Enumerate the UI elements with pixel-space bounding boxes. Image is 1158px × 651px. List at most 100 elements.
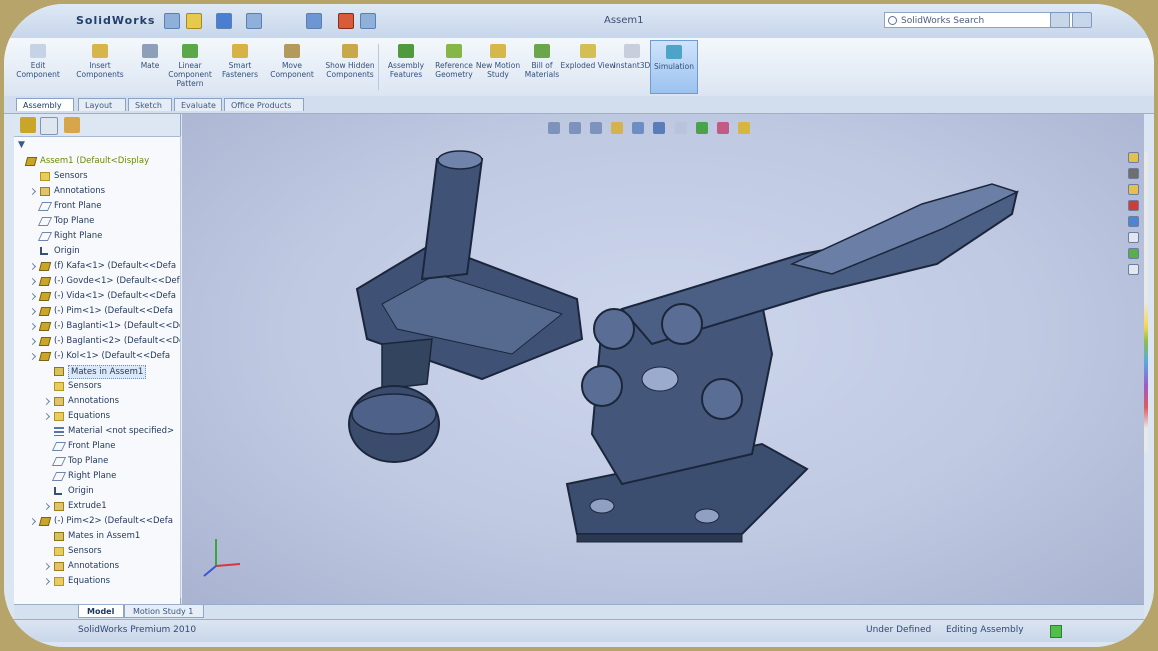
move-component-icon	[284, 44, 300, 58]
spindle-top	[437, 150, 483, 170]
resources-icon[interactable]	[1128, 152, 1139, 163]
tree-item[interactable]: (-) Baglanti<2> (Default<<Defa	[14, 334, 180, 349]
tab-office-products[interactable]: Office Products	[224, 98, 304, 111]
search-input[interactable]: SolidWorks Search	[884, 12, 1074, 28]
tree-item-label: Annotations	[54, 186, 106, 196]
tree-item[interactable]: Sensors	[14, 379, 180, 394]
view-palette-icon[interactable]	[1128, 216, 1139, 227]
expand-arrow-icon[interactable]	[42, 412, 51, 421]
expand-arrow-icon[interactable]	[28, 307, 37, 316]
forum-icon[interactable]	[1128, 264, 1139, 275]
expand-arrow-icon[interactable]	[28, 262, 37, 271]
options-icon[interactable]	[360, 13, 376, 29]
appearances-icon[interactable]	[1128, 232, 1139, 243]
expand-arrow-icon[interactable]	[28, 352, 37, 361]
print-icon[interactable]	[246, 13, 262, 29]
tab-assembly[interactable]: Assembly	[16, 98, 74, 111]
design-library-icon[interactable]	[1128, 168, 1139, 179]
mate-icon	[142, 44, 158, 58]
tree-item[interactable]: Material <not specified>	[14, 424, 180, 439]
tree-item[interactable]: Annotations	[14, 559, 180, 574]
tree-item[interactable]: Equations	[14, 574, 180, 589]
graphics-viewport[interactable]	[182, 114, 1144, 604]
tree-item[interactable]: Mates in Assem1	[14, 529, 180, 544]
tree-item[interactable]: (-) Baglanti<1> (Default<<Defa	[14, 319, 180, 334]
tree-item[interactable]: Sensors	[14, 544, 180, 559]
maximize-icon[interactable]	[1072, 12, 1092, 28]
pivot-pin	[581, 365, 623, 407]
tree-item-label: Equations	[68, 576, 111, 586]
expand-arrow-icon[interactable]	[28, 277, 37, 286]
tree-item[interactable]: Front Plane	[14, 439, 180, 454]
expand-arrow-icon[interactable]	[42, 562, 51, 571]
tree-item-label: (-) Govde<1> (Default<<Defa	[54, 276, 180, 286]
ribbon-button-edit-component[interactable]: Edit Component	[10, 40, 66, 94]
new-file-icon[interactable]	[164, 13, 180, 29]
ribbon-button-simulation[interactable]: Simulation	[650, 40, 698, 94]
tab-model[interactable]: Model	[78, 605, 124, 618]
ribbon-button-insert-components[interactable]: Insert Components	[72, 40, 128, 94]
select-icon[interactable]	[306, 13, 322, 29]
tree-item[interactable]: Front Plane	[14, 199, 180, 214]
tree-item[interactable]: (-) Kol<1> (Default<<Defa	[14, 349, 180, 364]
filter-icon[interactable]: ▼	[18, 140, 25, 150]
tree-item[interactable]: (-) Pim<2> (Default<<Defa	[14, 514, 180, 529]
tree-item[interactable]: Origin	[14, 244, 180, 259]
tree-item-label: (-) Kol<1> (Default<<Defa	[54, 351, 171, 361]
tree-item-label: Front Plane	[54, 201, 102, 211]
tab-layout[interactable]: Layout	[78, 98, 126, 111]
expand-arrow-icon[interactable]	[28, 292, 37, 301]
tree-item[interactable]: Equations	[14, 409, 180, 424]
tree-item[interactable]: Mates in Assem1	[14, 364, 180, 379]
toggle-clamp-model[interactable]	[182, 114, 1144, 604]
application-window: SolidWorks Assem1 SolidWorks Search Edit…	[4, 4, 1154, 647]
tree-item[interactable]: Right Plane	[14, 469, 180, 484]
annot-icon	[54, 397, 64, 406]
ribbon-button-linear-pattern[interactable]: Linear Component Pattern	[162, 40, 218, 94]
ribbon-button-move-component[interactable]: Move Component	[264, 40, 320, 94]
open-file-icon[interactable]	[186, 13, 202, 29]
tree-item[interactable]: Annotations	[14, 184, 180, 199]
asm-icon	[38, 337, 52, 346]
annot-icon	[54, 562, 64, 571]
expand-arrow-icon[interactable]	[42, 397, 51, 406]
base-plate-edge	[576, 533, 743, 543]
expand-arrow-icon[interactable]	[28, 337, 37, 346]
tree-item[interactable]: (-) Vida<1> (Default<<Defa	[14, 289, 180, 304]
search-results-icon[interactable]	[1128, 200, 1139, 211]
tree-item[interactable]: Assem1 (Default<Display	[14, 154, 180, 169]
tree-item[interactable]: (-) Pim<1> (Default<<Defa	[14, 304, 180, 319]
tab-motion-study[interactable]: Motion Study 1	[124, 605, 204, 618]
tree-item[interactable]: Sensors	[14, 169, 180, 184]
tree-item[interactable]: Origin	[14, 484, 180, 499]
configuration-manager-tab-icon[interactable]	[64, 117, 80, 133]
file-explorer-icon[interactable]	[1128, 184, 1139, 195]
minimize-icon[interactable]	[1050, 12, 1070, 28]
z-axis-icon	[203, 565, 217, 577]
custom-properties-icon[interactable]	[1128, 248, 1139, 259]
linear-pattern-icon	[182, 44, 198, 58]
property-manager-tab-icon[interactable]	[40, 117, 58, 135]
tree-item[interactable]: Top Plane	[14, 214, 180, 229]
tab-evaluate[interactable]: Evaluate	[174, 98, 222, 111]
tree-item[interactable]: (-) Govde<1> (Default<<Defa	[14, 274, 180, 289]
expand-arrow-icon[interactable]	[42, 502, 51, 511]
save-icon[interactable]	[216, 13, 232, 29]
tree-item[interactable]: Annotations	[14, 394, 180, 409]
help-icon[interactable]	[1050, 625, 1062, 638]
rebuild-icon[interactable]	[338, 13, 354, 29]
ribbon-button-smart-fasteners[interactable]: Smart Fasteners	[212, 40, 268, 94]
tree-item[interactable]: (f) Kafa<1> (Default<<Defa	[14, 259, 180, 274]
tab-sketch[interactable]: Sketch	[128, 98, 172, 111]
expand-arrow-icon[interactable]	[28, 322, 37, 331]
ribbon-button-show-hidden[interactable]: Show Hidden Components	[322, 40, 378, 94]
feature-manager-tab-icon[interactable]	[20, 117, 36, 133]
tree-item[interactable]: Extrude1	[14, 499, 180, 514]
mates-icon	[54, 532, 64, 541]
expand-arrow-icon[interactable]	[28, 187, 37, 196]
expand-arrow-icon[interactable]	[42, 577, 51, 586]
expand-arrow-icon[interactable]	[28, 517, 37, 526]
center-pivot	[641, 366, 679, 392]
tree-item[interactable]: Top Plane	[14, 454, 180, 469]
tree-item[interactable]: Right Plane	[14, 229, 180, 244]
